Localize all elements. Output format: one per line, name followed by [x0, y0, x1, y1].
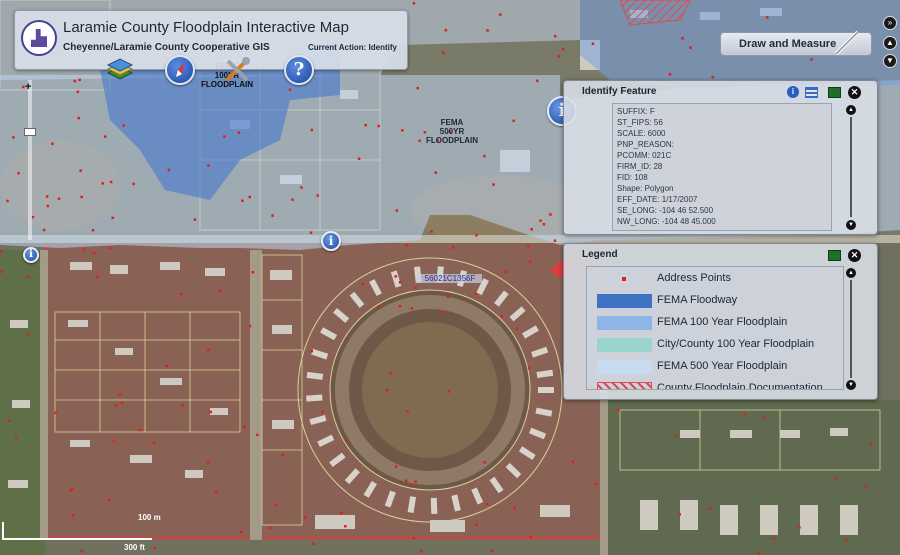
- current-action: Current Action: Identify: [307, 43, 397, 52]
- legend-label: County Floodplain Documentation: [657, 382, 823, 390]
- parcel-id-label: 56021C1356F: [418, 274, 482, 283]
- layers-icon[interactable]: [105, 55, 135, 85]
- legend-scrollbar[interactable]: ▲ ▼: [846, 268, 856, 392]
- legend-swatch: [597, 338, 652, 352]
- collapse-right-button[interactable]: »: [883, 16, 897, 30]
- app-title: Laramie County Floodplain Interactive Ma…: [63, 19, 349, 36]
- chart-icon[interactable]: [828, 250, 841, 261]
- identify-attribute-row: SUFFIX: F: [617, 107, 655, 116]
- legend-swatch: [597, 360, 652, 374]
- identify-attribute-row: Shape: Polygon: [617, 184, 674, 193]
- help-icon[interactable]: ?: [284, 55, 314, 85]
- legend-label: FEMA 500 Year Floodplain: [657, 360, 788, 372]
- table-icon[interactable]: [805, 87, 818, 98]
- scroll-track[interactable]: [850, 117, 852, 217]
- chart-icon[interactable]: [828, 87, 841, 98]
- tools-icon[interactable]: [222, 55, 252, 85]
- fema-500yr-label: FEMA 500YR FLOODPLAIN: [426, 118, 478, 145]
- scale-meters: 100 m: [138, 513, 161, 522]
- identify-panel-title: Identify Feature: [582, 86, 657, 97]
- county-logo: [21, 20, 57, 56]
- close-icon[interactable]: ✕: [848, 86, 861, 99]
- legend-panel: Legend ✕ Address Points FEMA Floodway FEMA…: [563, 243, 878, 400]
- app-header: Laramie County Floodplain Interactive Ma…: [14, 10, 408, 70]
- map-info-marker[interactable]: i: [321, 231, 341, 251]
- legend-panel-title: Legend: [582, 249, 618, 260]
- identify-panel: Identify Feature i ✕ SUFFIX: F ST_FIPS: 5…: [563, 80, 878, 235]
- chevron-up-icon[interactable]: ▲: [846, 268, 856, 278]
- side-info-button[interactable]: i: [23, 247, 39, 263]
- identify-attribute-row: PCOMM: 021C: [617, 151, 672, 160]
- legend-label: Address Points: [657, 272, 731, 284]
- scroll-track[interactable]: [850, 280, 852, 378]
- legend-swatch: [597, 272, 652, 286]
- legend-list: Address Points FEMA Floodway FEMA 100 Year…: [586, 266, 844, 390]
- zoom-in-button[interactable]: +: [25, 82, 35, 93]
- identify-attribute-row: ST_FIPS: 56: [617, 118, 663, 127]
- zoom-slider-handle[interactable]: [24, 128, 36, 136]
- legend-swatch: [597, 294, 652, 308]
- chevron-up-icon[interactable]: ▲: [846, 105, 856, 115]
- draw-measure-label: Draw and Measure: [739, 38, 837, 50]
- identify-attribute-row: NW_LONG: -104 48 45.000: [617, 217, 716, 226]
- legend-swatch: [597, 316, 652, 330]
- scale-feet: 300 ft: [124, 543, 145, 552]
- legend-label: City/County 100 Year Floodplain: [657, 338, 815, 350]
- identify-scrollbar[interactable]: ▲ ▼: [846, 105, 856, 231]
- identify-attribute-row: EFF_DATE: 1/17/2007: [617, 195, 698, 204]
- legend-label: FEMA Floodway: [657, 294, 738, 306]
- chevron-up-icon[interactable]: ▲: [883, 36, 897, 50]
- identify-attribute-row: PNP_REASON:: [617, 140, 674, 149]
- identify-attribute-row: SCALE: 6000: [617, 129, 666, 138]
- scale-bar: [2, 522, 152, 540]
- identify-attribute-row: FIRM_ID: 28: [617, 162, 663, 171]
- legend-swatch: [597, 382, 652, 389]
- pencil-icon: [832, 28, 862, 58]
- compass-icon[interactable]: [165, 55, 195, 85]
- zoom-slider[interactable]: [28, 80, 32, 240]
- identify-attribute-row: SE_LONG: -104 46 52.500: [617, 206, 714, 215]
- chevron-down-icon[interactable]: ▼: [846, 380, 856, 390]
- chevron-down-icon[interactable]: ▼: [883, 54, 897, 68]
- legend-label: FEMA 100 Year Floodplain: [657, 316, 788, 328]
- identify-results: SUFFIX: F ST_FIPS: 56 SCALE: 6000 PNP_REASO…: [612, 103, 832, 231]
- info-icon[interactable]: i: [787, 86, 799, 98]
- identify-attribute-row: FID: 108: [617, 173, 648, 182]
- close-icon[interactable]: ✕: [848, 249, 861, 262]
- chevron-down-icon[interactable]: ▼: [846, 220, 856, 230]
- app-subtitle: Cheyenne/Laramie County Cooperative GIS: [63, 42, 270, 53]
